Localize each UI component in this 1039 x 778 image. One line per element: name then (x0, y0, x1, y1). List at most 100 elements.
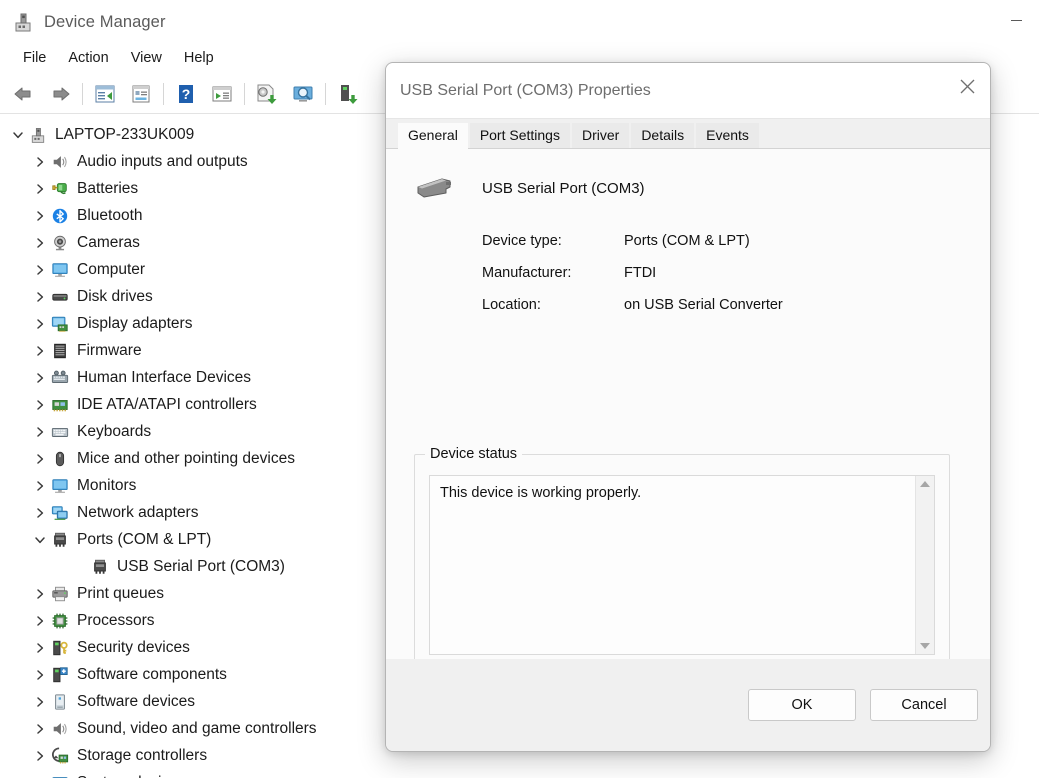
chevron-right-icon[interactable] (30, 638, 50, 658)
chevron-right-icon[interactable] (30, 395, 50, 415)
firmware-icon (50, 341, 70, 361)
device-status-legend: Device status (425, 446, 523, 462)
chevron-right-icon[interactable] (30, 449, 50, 469)
chevron-right-icon[interactable] (30, 287, 50, 307)
chevron-down-icon[interactable] (30, 530, 50, 550)
toolbar-separator (82, 82, 83, 105)
menu-view[interactable]: View (120, 47, 173, 69)
tree-item-label: Display adapters (77, 314, 193, 332)
security-device-icon (50, 638, 70, 658)
camera-icon (50, 233, 70, 253)
svg-text:?: ? (182, 86, 191, 102)
chevron-right-icon[interactable] (30, 611, 50, 631)
processor-icon (50, 611, 70, 631)
dialog-footer: OK Cancel (386, 659, 990, 751)
tree-item-label: Firmware (77, 341, 142, 359)
system-device-icon (50, 773, 70, 778)
software-component-icon (50, 665, 70, 685)
chevron-right-icon[interactable] (30, 692, 50, 712)
display-adapter-icon (50, 314, 70, 334)
device-header: USB Serial Port (COM3) (386, 149, 990, 205)
scroll-down-arrow-icon[interactable] (920, 643, 930, 649)
chevron-right-icon[interactable] (30, 314, 50, 334)
device-manager-window: Device Manager File Action View Help ? L… (0, 0, 1039, 778)
scan-hardware-changes-icon[interactable] (285, 77, 321, 111)
software-device-icon (50, 692, 70, 712)
storage-controller-icon (50, 746, 70, 766)
speaker-icon (50, 719, 70, 739)
tree-view-icon[interactable] (87, 77, 123, 111)
chevron-right-icon[interactable] (30, 260, 50, 280)
device-name: USB Serial Port (COM3) (482, 179, 645, 197)
show-hidden-devices-icon[interactable] (204, 77, 240, 111)
tab-driver[interactable]: Driver (571, 123, 630, 148)
chevron-right-icon[interactable] (30, 503, 50, 523)
tree-item-label: Bluetooth (77, 206, 143, 224)
tree-item-label: Network adapters (77, 503, 199, 521)
hid-icon (50, 368, 70, 388)
serial-port-icon (412, 171, 456, 205)
toolbar-separator (163, 82, 164, 105)
device-manager-icon (12, 11, 34, 33)
tree-item-label: Print queues (77, 584, 165, 602)
cancel-button[interactable]: Cancel (870, 689, 978, 721)
tree-item-label: Batteries (77, 179, 139, 197)
chevron-right-icon[interactable] (30, 665, 50, 685)
general-tab-panel: USB Serial Port (COM3) Device type: Port… (386, 149, 990, 709)
tree-item-label: Cameras (77, 233, 140, 251)
device-status-textarea[interactable]: This device is working properly. (429, 475, 935, 655)
toolbar-separator (244, 82, 245, 105)
minimize-button[interactable] (993, 0, 1039, 40)
tab-general[interactable]: General (398, 123, 468, 149)
tree-item-label: Computer (77, 260, 146, 278)
chevron-down-icon[interactable] (8, 125, 28, 145)
ide-controller-icon (50, 395, 70, 415)
speaker-icon (50, 152, 70, 172)
chevron-right-icon[interactable] (30, 152, 50, 172)
port-icon (50, 530, 70, 550)
chevron-right-icon[interactable] (30, 773, 50, 778)
chevron-right-icon[interactable] (30, 746, 50, 766)
scroll-up-arrow-icon[interactable] (920, 481, 930, 487)
tree-item-label: USB Serial Port (COM3) (117, 557, 285, 575)
device-status-scrollbar[interactable] (915, 476, 934, 654)
port-icon (90, 557, 110, 577)
help-icon[interactable]: ? (168, 77, 204, 111)
chevron-right-icon[interactable] (30, 719, 50, 739)
chevron-right-icon[interactable] (30, 341, 50, 361)
menu-help[interactable]: Help (173, 47, 225, 69)
menu-action[interactable]: Action (57, 47, 119, 69)
close-icon[interactable] (944, 63, 990, 109)
back-icon[interactable] (6, 77, 42, 111)
chevron-right-icon[interactable] (30, 233, 50, 253)
properties-icon[interactable] (123, 77, 159, 111)
tree-item-label: Disk drives (77, 287, 153, 305)
computer-root-icon (28, 125, 48, 145)
chevron-right-icon[interactable] (30, 179, 50, 199)
uninstall-device-icon[interactable] (330, 77, 366, 111)
tree-item-label: Audio inputs and outputs (77, 152, 248, 170)
chevron-right-icon[interactable] (30, 584, 50, 604)
printer-icon (50, 584, 70, 604)
keyboard-icon (50, 422, 70, 442)
chevron-right-icon[interactable] (30, 422, 50, 442)
location-value: on USB Serial Converter (624, 297, 783, 313)
chevron-right-icon[interactable] (30, 368, 50, 388)
ok-button[interactable]: OK (748, 689, 856, 721)
disk-drive-icon (50, 287, 70, 307)
tab-events[interactable]: Events (696, 123, 759, 148)
battery-icon (50, 179, 70, 199)
manufacturer-label: Manufacturer: (482, 265, 572, 281)
tree-item[interactable]: System devices (0, 769, 1039, 778)
menu-file[interactable]: File (12, 47, 57, 69)
update-driver-icon[interactable] (249, 77, 285, 111)
tab-port-settings[interactable]: Port Settings (469, 123, 570, 148)
forward-icon[interactable] (42, 77, 78, 111)
tree-item-label: Software devices (77, 692, 196, 710)
chevron-right-icon[interactable] (30, 206, 50, 226)
tree-item-label: Security devices (77, 638, 190, 656)
chevron-right-icon[interactable] (30, 476, 50, 496)
location-label: Location: (482, 297, 541, 313)
mouse-icon (50, 449, 70, 469)
tab-details[interactable]: Details (631, 123, 695, 148)
